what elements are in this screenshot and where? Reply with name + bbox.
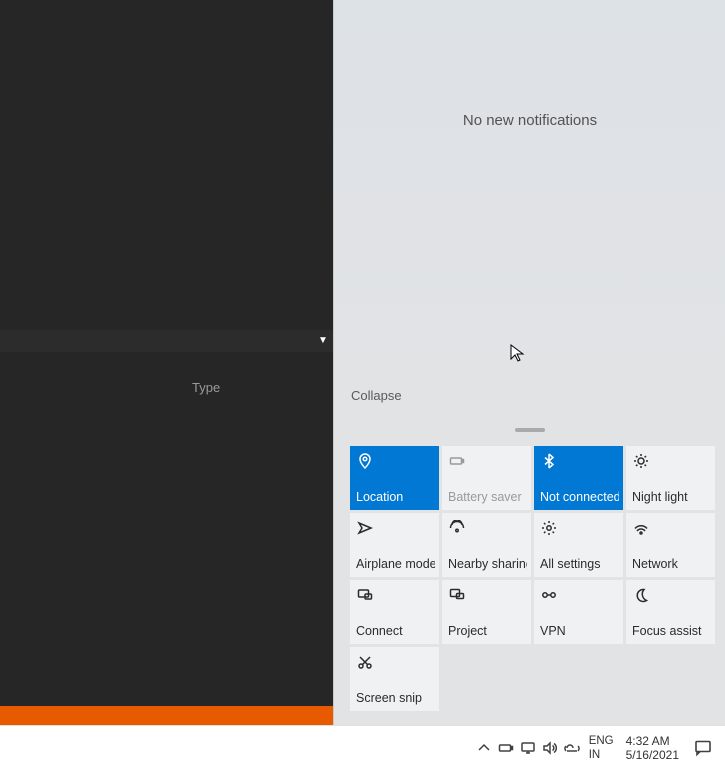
battery-icon[interactable] [495,726,517,768]
tile-battery-saver: Battery saver [442,446,531,510]
resize-grip[interactable] [515,428,545,432]
background-app-upper [0,0,361,330]
background-app-panel: ▼ Type [0,0,361,768]
volume-icon[interactable] [539,726,561,768]
tile-night-light[interactable]: Night light [626,446,715,510]
tile-all-settings[interactable]: All settings [534,513,623,577]
tile-label: Project [448,624,527,638]
system-tray: ENG IN 4:32 AM 5/16/2021 [473,726,721,768]
action-center-panel: No new notifications Collapse Location Ba… [333,0,725,725]
project-icon [448,586,466,604]
tile-label: Battery saver [448,490,527,504]
language-indicator[interactable]: ENG IN [583,734,620,762]
tile-label: All settings [540,557,619,571]
tile-project[interactable]: Project [442,580,531,644]
vpn-icon [540,586,558,604]
tile-focus-assist[interactable]: Focus assist [626,580,715,644]
no-notifications-text: No new notifications [334,112,725,129]
column-header-type: Type [192,380,220,395]
snip-icon [356,653,374,671]
bluetooth-icon [540,452,558,470]
sun-icon [632,452,650,470]
tile-label: Not connected [540,490,619,504]
connect-icon [356,586,374,604]
collapse-button[interactable]: Collapse [351,388,402,403]
tile-connect[interactable]: Connect [350,580,439,644]
battery-icon [448,452,466,470]
airplane-icon [356,519,374,537]
clock-time: 4:32 AM [626,734,679,748]
notifications-area: No new notifications Collapse [334,0,725,415]
panel-splitter[interactable] [0,330,333,352]
tile-not-connected[interactable]: Not connected [534,446,623,510]
tile-label: Nearby sharing [448,557,527,571]
network-icon[interactable] [517,726,539,768]
tile-label: Connect [356,624,435,638]
tray-overflow-icon[interactable] [473,726,495,768]
quick-action-tiles: Location Battery saver Not connected Night … [350,446,715,711]
tile-label: VPN [540,624,619,638]
clock[interactable]: 4:32 AM 5/16/2021 [620,734,685,762]
taskbar: ENG IN 4:32 AM 5/16/2021 [0,725,725,768]
location-icon [356,452,374,470]
tile-label: Airplane mode [356,557,435,571]
wifi-icon [632,519,650,537]
tile-airplane-mode[interactable]: Airplane mode [350,513,439,577]
tile-screen-snip[interactable]: Screen snip [350,647,439,711]
gear-icon [540,519,558,537]
language-top: ENG [589,734,614,748]
tile-vpn[interactable]: VPN [534,580,623,644]
action-center-icon[interactable] [685,726,721,768]
tile-location[interactable]: Location [350,446,439,510]
tile-nearby-sharing[interactable]: Nearby sharing [442,513,531,577]
tile-label: Location [356,490,435,504]
tile-network[interactable]: Network [626,513,715,577]
onedrive-icon[interactable] [561,726,583,768]
clock-date: 5/16/2021 [626,748,679,762]
tile-label: Night light [632,490,711,504]
splitter-caret-icon[interactable]: ▼ [318,335,328,345]
tile-label: Focus assist [632,624,711,638]
moon-icon [632,586,650,604]
tile-label: Screen snip [356,691,435,705]
language-bottom: IN [589,748,614,762]
share-icon [448,519,466,537]
tile-label: Network [632,557,711,571]
status-bar [0,706,333,725]
